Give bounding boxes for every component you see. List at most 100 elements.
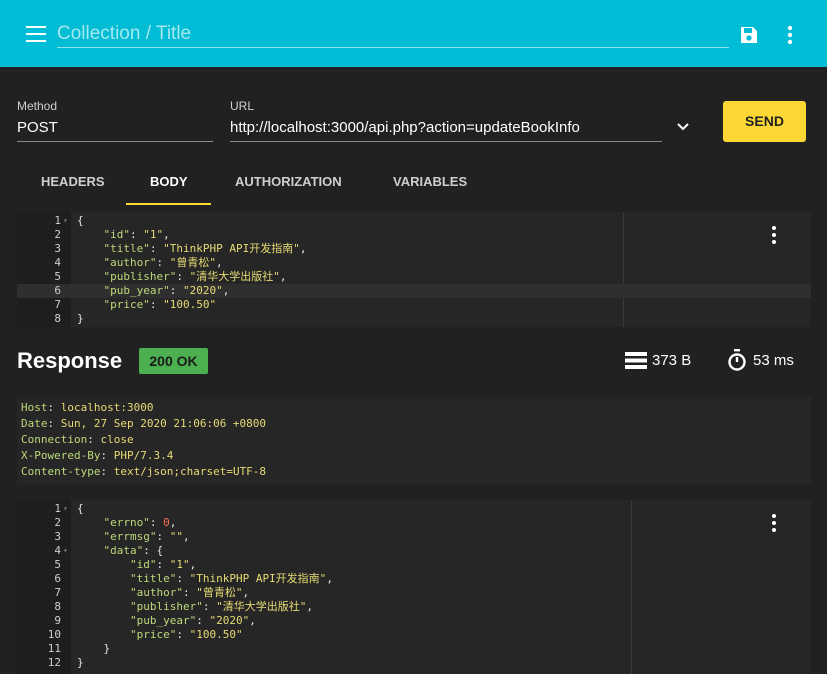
code-token: "title" [77,572,177,585]
line-number: 5 [54,558,61,571]
line-number: 10 [47,628,61,641]
code-token: : [202,600,217,613]
line-number: 3 [54,242,61,255]
code-token: : [176,572,190,585]
code-token: { [77,214,84,227]
code-text: "errmsg": "", [77,530,189,544]
method-label: Method [17,99,58,113]
code-token: "id" [77,558,157,571]
status-badge: 200 OK [139,348,208,374]
line-number: 4 [54,544,61,557]
tab-headers[interactable]: HEADERS [41,174,105,189]
code-token: , [279,270,287,283]
code-text: "errno": 0, [77,516,176,530]
more-vert-icon[interactable] [781,22,799,48]
code-text: "id": "1", [77,228,169,242]
request-body-editor[interactable]: 1 ▾{2 "id": "1", 3 "title": "ThinkPHP API开… [17,212,811,327]
collection-title-input[interactable]: Collection / Title [57,21,729,48]
code-token: "pub_year" [77,614,197,627]
code-line: 1 ▾ { [17,214,811,228]
header-value: Sun, 27 Sep 2020 21:06:06 +0800 [60,417,267,430]
code-token: : [129,228,144,241]
code-line: 5 "publisher": "清华大学出版社", [17,270,811,284]
code-token: "price" [77,628,177,641]
code-text: "publisher": "清华大学出版社", [77,270,286,284]
tab-variables[interactable]: VARIABLES [393,174,467,189]
code-token: "清华大学出版社" [189,270,280,283]
code-line: 6 "pub_year": "2020", [17,284,811,298]
code-line: 8 "publisher": "清华大学出版社", [17,600,811,614]
response-body-editor[interactable]: 1 ▾{2 "errno": 0, 3 "errmsg": "", 4 ▾ "data"… [17,500,811,674]
code-token: : [196,614,210,627]
code-text: "title": "ThinkPHP API开发指南", [77,572,333,586]
code-text: "price": "100.50" [77,628,243,642]
code-token: "price" [77,298,150,311]
code-token: "曾青松" [196,586,243,599]
response-headers: Host: localhost:3000 Date: Sun, 27 Sep 20… [17,397,811,484]
code-token: } [77,312,84,325]
line-number: 9 [54,614,61,627]
code-token: "author" [77,586,183,599]
code-line: 5 "id": "1", [17,558,811,572]
code-token: , [215,256,223,269]
tab-body[interactable]: BODY [150,174,188,189]
code-token: : [156,530,170,543]
code-token: : [156,558,170,571]
line-number: 2 [54,516,61,529]
code-line: 8} [17,312,811,326]
code-token: : [169,284,183,297]
method-input[interactable]: POST [17,116,213,142]
code-token: { [77,502,84,515]
code-token: "2020" [209,614,250,627]
code-line: 4 "author": "曾青松", [17,256,811,270]
save-icon[interactable] [740,26,758,44]
line-number: 3 [54,530,61,543]
tab-authorization[interactable]: AUTHORIZATION [235,174,342,189]
size-icon [625,352,647,369]
line-number: 8 [54,600,61,613]
url-input[interactable]: http://localhost:3000/api.php?action=upd… [230,116,662,142]
line-number: 5 [54,270,61,283]
top-app-bar: Collection / Title [0,0,827,67]
header-key: Content-type [21,465,101,478]
code-line: 9 "pub_year": "2020", [17,614,811,628]
code-token: "ThinkPHP API开发指南" [189,572,327,585]
header-key: Host [21,401,48,414]
code-token: "曾青松" [169,256,216,269]
header-line: Connection: close [21,432,134,448]
code-token: : [176,270,190,283]
code-token: , [242,586,250,599]
code-line: 10 "price": "100.50" [17,628,811,642]
code-token: : [149,242,164,255]
header-separator: : [100,449,114,462]
fold-toggle-icon[interactable]: ▾ [63,214,68,228]
chevron-down-icon[interactable] [676,120,690,134]
send-button[interactable]: SEND [723,101,806,142]
hamburger-menu-icon[interactable] [26,26,46,42]
header-separator: : [87,433,101,446]
line-number: 4 [54,256,61,269]
code-text: "author": "曾青松", [77,256,223,270]
code-token: "1" [169,558,190,571]
header-separator: : [47,401,61,414]
code-text: } [77,656,84,670]
code-line: 4 ▾ "data": { [17,544,811,558]
line-number: 2 [54,228,61,241]
code-token: , [299,242,307,255]
code-token: , [249,614,256,627]
code-text: "title": "ThinkPHP API开发指南", [77,242,306,256]
code-token: "ThinkPHP API开发指南" [163,242,300,255]
header-separator: : [47,417,61,430]
code-token: "2020" [182,284,223,297]
code-token: "errno" [77,516,150,529]
code-token: , [189,558,197,571]
code-line: 3 "title": "ThinkPHP API开发指南", [17,242,811,256]
fold-toggle-icon[interactable]: ▾ [63,544,68,558]
code-token: "title" [77,242,150,255]
code-token: , [222,284,230,297]
line-number: 12 [47,656,61,669]
fold-toggle-icon[interactable]: ▾ [63,502,68,516]
code-token: "100.50" [189,628,243,641]
code-token: : [149,516,164,529]
code-token: : [182,586,197,599]
